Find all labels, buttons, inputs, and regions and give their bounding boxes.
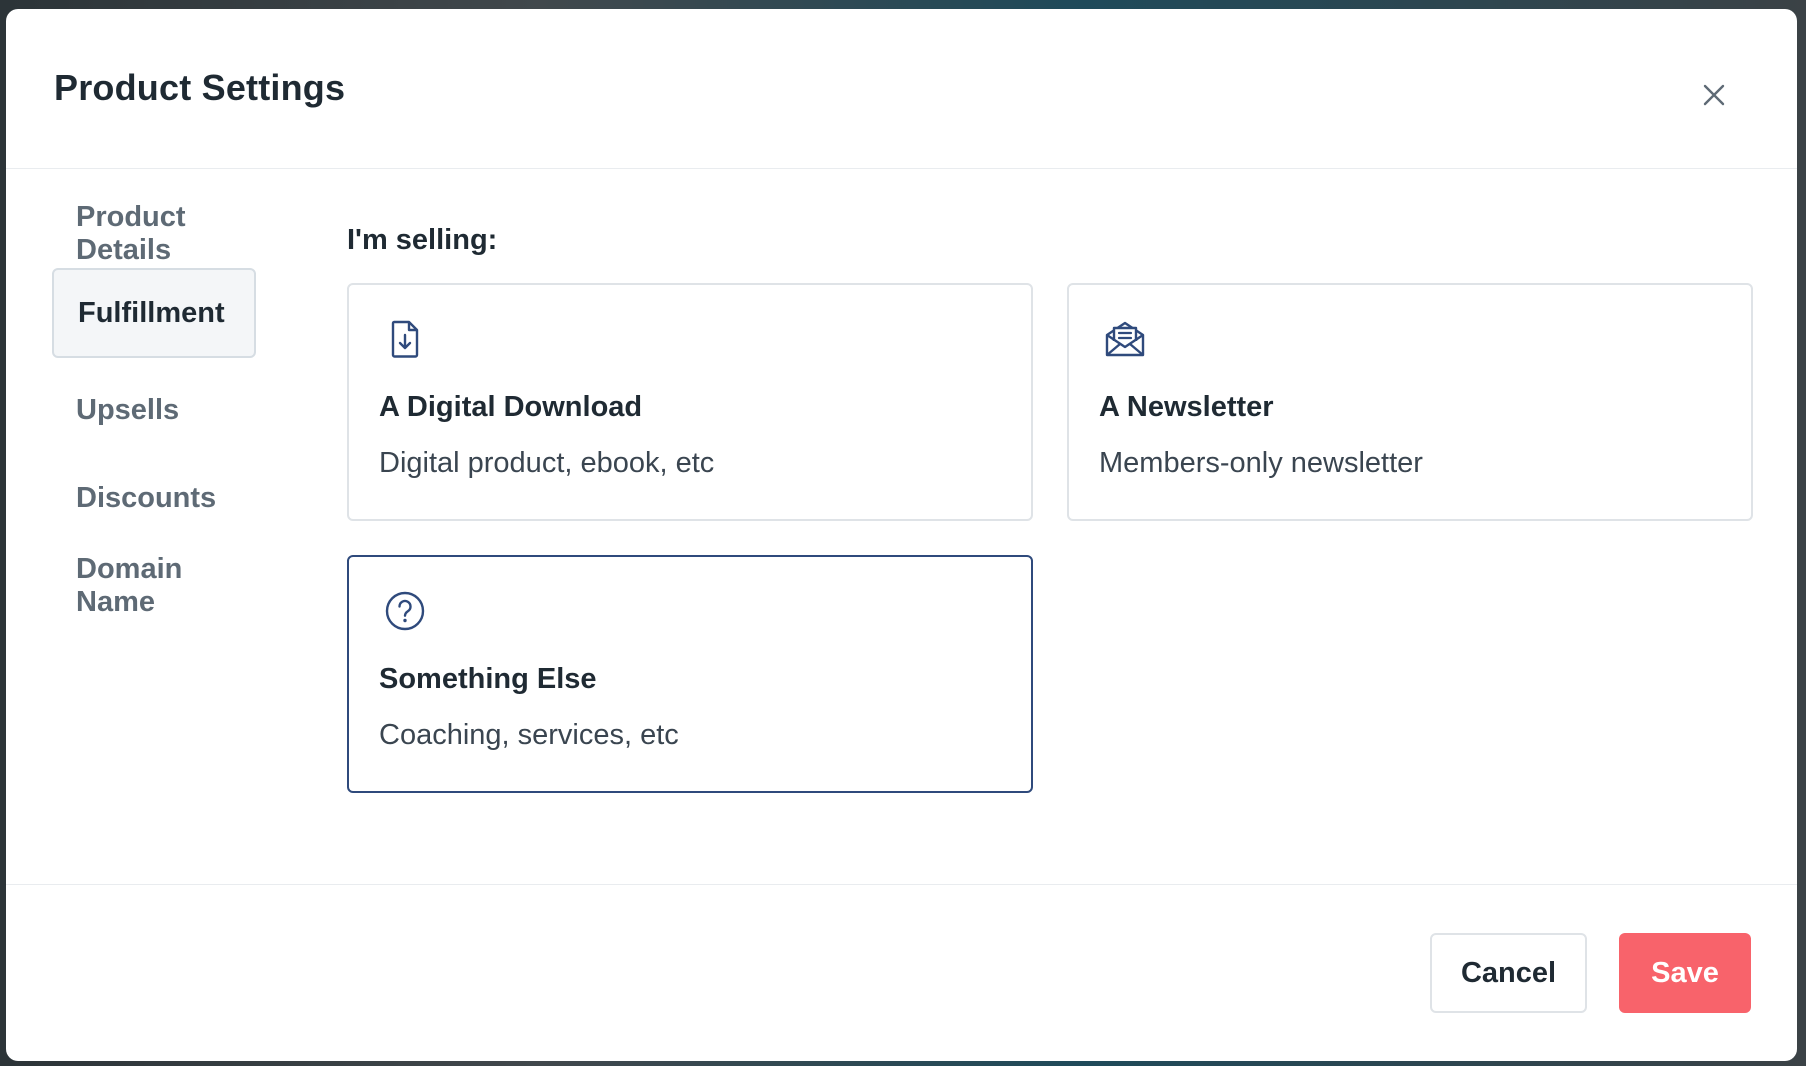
close-button[interactable] <box>1694 75 1734 115</box>
option-title: Something Else <box>379 663 597 695</box>
sidebar-item-discounts[interactable]: Discounts <box>52 453 256 543</box>
option-description: Coaching, services, etc <box>379 719 679 751</box>
sidebar-item-fulfillment[interactable]: Fulfillment <box>52 268 256 358</box>
modal-footer: Cancel Save <box>6 884 1797 1061</box>
option-title: A Newsletter <box>1099 391 1274 423</box>
question-circle-icon <box>385 591 425 631</box>
sidebar-item-upsells[interactable]: Upsells <box>52 365 256 455</box>
modal-header: Product Settings <box>6 9 1797 169</box>
sidebar-item-domain-name[interactable]: Domain Name <box>52 541 256 631</box>
close-icon <box>1703 84 1725 106</box>
option-card-something-else[interactable]: Something Else Coaching, services, etc <box>347 555 1033 793</box>
option-card-digital-download[interactable]: A Digital Download Digital product, eboo… <box>347 283 1033 521</box>
option-description: Digital product, ebook, etc <box>379 447 715 479</box>
section-label: I'm selling: <box>347 224 498 256</box>
file-download-icon <box>391 320 419 358</box>
option-title: A Digital Download <box>379 391 643 423</box>
envelope-open-icon <box>1105 321 1145 357</box>
save-button[interactable]: Save <box>1619 933 1751 1013</box>
cancel-button[interactable]: Cancel <box>1430 933 1587 1013</box>
modal-title: Product Settings <box>54 67 346 108</box>
option-description: Members-only newsletter <box>1099 447 1423 479</box>
product-settings-modal: Product Settings Product Details Fulfill… <box>6 9 1797 1061</box>
option-card-newsletter[interactable]: A Newsletter Members-only newsletter <box>1067 283 1753 521</box>
sidebar-item-product-details[interactable]: Product Details <box>52 189 256 279</box>
